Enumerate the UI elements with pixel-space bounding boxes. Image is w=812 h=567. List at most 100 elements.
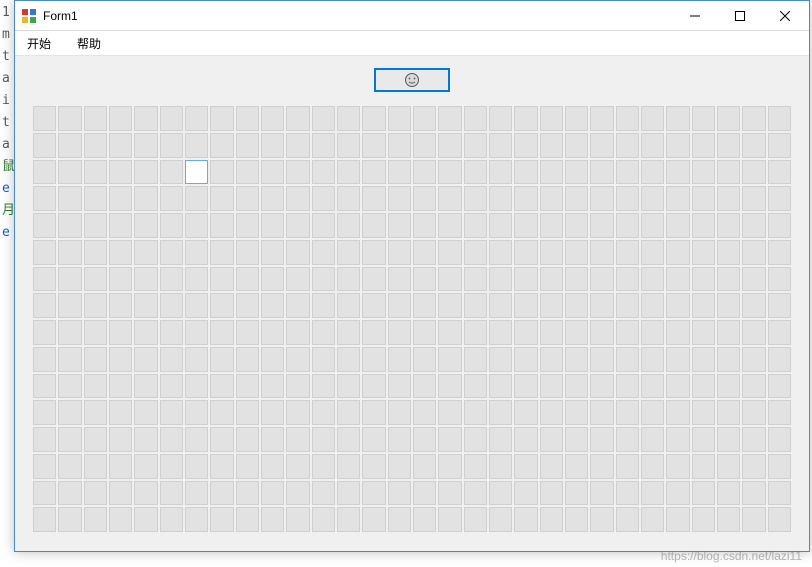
mine-cell[interactable] <box>109 400 132 425</box>
mine-cell[interactable] <box>742 347 765 372</box>
mine-cell[interactable] <box>717 267 740 292</box>
mine-cell[interactable] <box>489 481 512 506</box>
mine-cell[interactable] <box>565 481 588 506</box>
mine-cell[interactable] <box>514 267 537 292</box>
mine-cell[interactable] <box>590 320 613 345</box>
mine-cell[interactable] <box>236 320 259 345</box>
mine-cell[interactable] <box>84 347 107 372</box>
mine-cell[interactable] <box>33 106 56 131</box>
mine-cell[interactable] <box>514 347 537 372</box>
mine-cell[interactable] <box>489 374 512 399</box>
mine-cell[interactable] <box>261 320 284 345</box>
mine-cell[interactable] <box>210 133 233 158</box>
mine-cell[interactable] <box>464 481 487 506</box>
mine-cell[interactable] <box>312 374 335 399</box>
mine-cell[interactable] <box>641 374 664 399</box>
mine-cell[interactable] <box>514 427 537 452</box>
mine-cell[interactable] <box>692 213 715 238</box>
mine-cell[interactable] <box>565 267 588 292</box>
mine-cell[interactable] <box>768 240 791 265</box>
mine-cell[interactable] <box>337 267 360 292</box>
mine-cell[interactable] <box>742 374 765 399</box>
mine-cell[interactable] <box>236 213 259 238</box>
mine-cell[interactable] <box>33 293 56 318</box>
mine-cell[interactable] <box>717 213 740 238</box>
mine-cell[interactable] <box>641 213 664 238</box>
mine-cell[interactable] <box>413 320 436 345</box>
mine-cell[interactable] <box>312 454 335 479</box>
mine-cell[interactable] <box>286 213 309 238</box>
mine-cell[interactable] <box>236 400 259 425</box>
mine-cell[interactable] <box>590 267 613 292</box>
mine-cell[interactable] <box>717 347 740 372</box>
mine-cell[interactable] <box>489 240 512 265</box>
mine-cell[interactable] <box>641 481 664 506</box>
mine-cell[interactable] <box>236 454 259 479</box>
mine-cell[interactable] <box>514 320 537 345</box>
mine-cell[interactable] <box>692 240 715 265</box>
mine-cell[interactable] <box>692 454 715 479</box>
mine-cell[interactable] <box>438 293 461 318</box>
mine-cell[interactable] <box>768 293 791 318</box>
mine-cell[interactable] <box>540 267 563 292</box>
mine-cell[interactable] <box>742 267 765 292</box>
mine-cell[interactable] <box>286 507 309 532</box>
mine-cell[interactable] <box>261 427 284 452</box>
mine-cell[interactable] <box>438 427 461 452</box>
mine-cell[interactable] <box>616 347 639 372</box>
mine-cell[interactable] <box>717 427 740 452</box>
mine-cell[interactable] <box>109 374 132 399</box>
mine-cell[interactable] <box>185 213 208 238</box>
mine-cell[interactable] <box>464 160 487 185</box>
mine-cell[interactable] <box>362 427 385 452</box>
mine-cell[interactable] <box>464 267 487 292</box>
mine-cell[interactable] <box>58 454 81 479</box>
mine-cell[interactable] <box>109 320 132 345</box>
mine-cell[interactable] <box>312 400 335 425</box>
mine-cell[interactable] <box>286 427 309 452</box>
mine-cell[interactable] <box>692 133 715 158</box>
close-button[interactable] <box>762 1 807 30</box>
mine-cell[interactable] <box>160 293 183 318</box>
mine-cell[interactable] <box>742 400 765 425</box>
mine-cell[interactable] <box>742 106 765 131</box>
mine-cell[interactable] <box>160 186 183 211</box>
mine-cell[interactable] <box>185 133 208 158</box>
mine-cell[interactable] <box>565 160 588 185</box>
mine-cell[interactable] <box>58 320 81 345</box>
mine-cell[interactable] <box>134 240 157 265</box>
mine-cell[interactable] <box>514 133 537 158</box>
mine-cell[interactable] <box>768 106 791 131</box>
mine-cell[interactable] <box>438 213 461 238</box>
mine-cell[interactable] <box>388 374 411 399</box>
mine-cell[interactable] <box>84 106 107 131</box>
mine-cell[interactable] <box>185 320 208 345</box>
mine-cell[interactable] <box>286 186 309 211</box>
mine-cell[interactable] <box>641 267 664 292</box>
mine-cell[interactable] <box>134 427 157 452</box>
mine-cell[interactable] <box>337 293 360 318</box>
mine-cell[interactable] <box>388 454 411 479</box>
mine-cell[interactable] <box>312 267 335 292</box>
mine-cell[interactable] <box>261 213 284 238</box>
mine-cell[interactable] <box>236 133 259 158</box>
mine-cell[interactable] <box>388 267 411 292</box>
mine-cell[interactable] <box>717 320 740 345</box>
mine-cell[interactable] <box>742 481 765 506</box>
mine-cell[interactable] <box>438 320 461 345</box>
mine-cell[interactable] <box>160 400 183 425</box>
mine-cell[interactable] <box>489 133 512 158</box>
mine-cell[interactable] <box>337 507 360 532</box>
mine-cell[interactable] <box>84 186 107 211</box>
mine-cell[interactable] <box>464 133 487 158</box>
mine-cell[interactable] <box>616 481 639 506</box>
mine-cell[interactable] <box>616 507 639 532</box>
mine-cell[interactable] <box>413 213 436 238</box>
mine-cell[interactable] <box>717 106 740 131</box>
mine-cell[interactable] <box>388 400 411 425</box>
mine-cell[interactable] <box>33 240 56 265</box>
mine-cell[interactable] <box>337 347 360 372</box>
mine-cell[interactable] <box>362 347 385 372</box>
mine-cell[interactable] <box>286 240 309 265</box>
mine-cell[interactable] <box>489 347 512 372</box>
